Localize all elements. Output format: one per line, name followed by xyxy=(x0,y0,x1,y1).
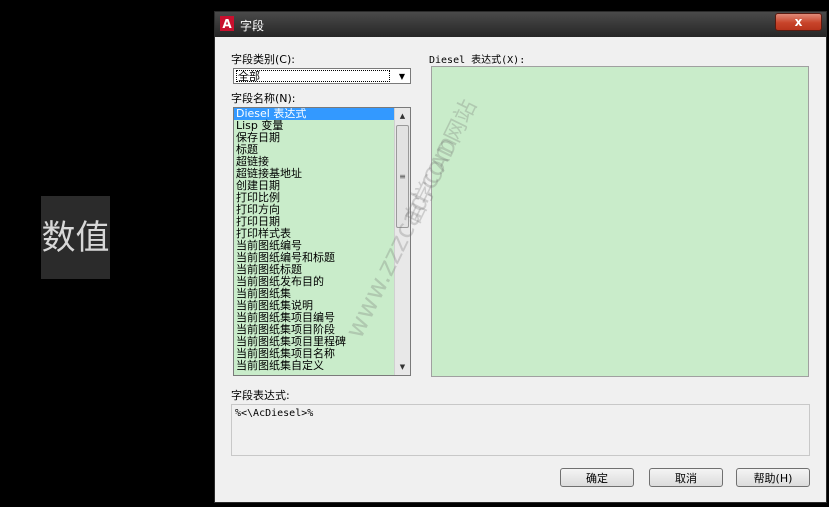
chevron-down-icon[interactable]: ▼ xyxy=(395,70,409,82)
field-name-items: Diesel 表达式 Lisp 变量 保存日期 标题 超链接 超链接基地址 创建日期 打印比例… xyxy=(234,108,394,372)
field-expression-box: %<\AcDiesel>% xyxy=(231,404,810,456)
help-button[interactable]: 帮助(H) xyxy=(736,468,810,487)
cancel-button[interactable]: 取消 xyxy=(649,468,723,487)
field-name-list[interactable]: Diesel 表达式 Lisp 变量 保存日期 标题 超链接 超链接基地址 创建日期 打印比例… xyxy=(233,107,411,376)
autocad-logo-icon: A xyxy=(220,16,234,31)
field-category-label: 字段类别(C): xyxy=(231,53,295,66)
ok-button[interactable]: 确定 xyxy=(560,468,634,487)
diesel-expression-label: Diesel 表达式(X): xyxy=(429,55,526,66)
field-dialog: A 字段 x 字段类别(C): 全部 ▼ 字段名称(N): Diesel 表达式… xyxy=(214,11,827,503)
dialog-title: 字段 xyxy=(240,19,265,33)
field-name-label: 字段名称(N): xyxy=(231,92,296,105)
canvas-text-label: 数值 xyxy=(41,196,110,279)
field-expression-value: %<\AcDiesel>% xyxy=(235,408,314,419)
scroll-down-icon[interactable]: ▼ xyxy=(395,359,410,375)
field-category-select[interactable]: 全部 ▼ xyxy=(233,68,411,84)
field-category-value: 全部 xyxy=(236,70,390,82)
list-scrollbar[interactable]: ▲ ≡ ▼ xyxy=(394,108,410,375)
close-button[interactable]: x xyxy=(775,13,822,31)
scroll-thumb[interactable]: ≡ xyxy=(396,125,409,228)
field-expression-label: 字段表达式: xyxy=(231,389,290,402)
diesel-expression-input[interactable] xyxy=(431,66,809,377)
list-item[interactable]: 当前图纸集自定义 xyxy=(234,360,394,372)
scroll-up-icon[interactable]: ▲ xyxy=(395,108,410,124)
close-icon: x xyxy=(794,15,803,29)
dialog-titlebar[interactable]: A 字段 x xyxy=(215,12,826,37)
list-item[interactable]: 保存日期 xyxy=(234,132,394,144)
